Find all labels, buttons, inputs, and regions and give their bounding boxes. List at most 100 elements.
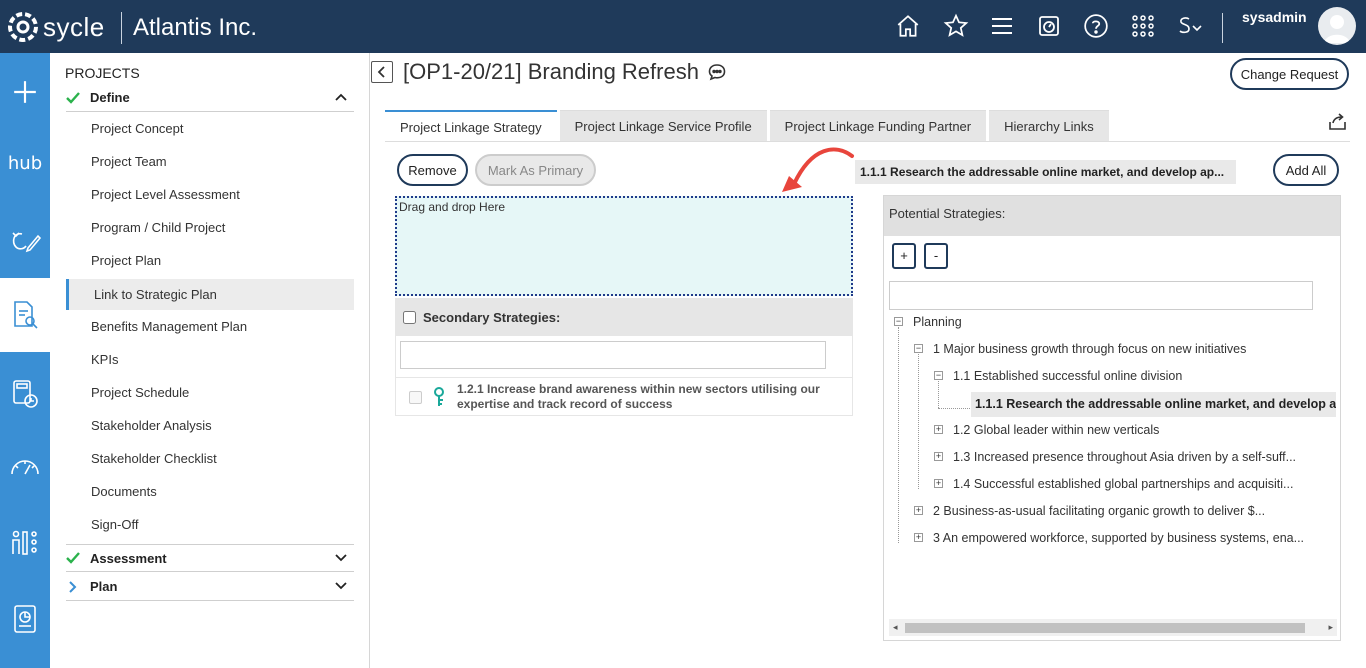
nav-section-label: Define <box>90 90 130 105</box>
secondary-strategies-title: Secondary Strategies: <box>423 309 561 325</box>
selected-strategy-label: 1.1.1 Research the addressable online ma… <box>855 160 1236 184</box>
tab-project-linkage-service-profile[interactable]: Project Linkage Service Profile <box>559 110 767 142</box>
expand-all-button[interactable]: + <box>892 243 916 269</box>
expand-node-icon[interactable]: + <box>914 533 923 542</box>
scroll-right-icon[interactable]: ▸ <box>1328 622 1333 633</box>
tree-node[interactable]: 1.2 Global leader within new verticals <box>953 420 1159 440</box>
secondary-search-input[interactable] <box>400 341 826 369</box>
expand-node-icon[interactable]: + <box>934 479 943 488</box>
tab-project-linkage-strategy[interactable]: Project Linkage Strategy <box>385 110 557 142</box>
add-all-button[interactable]: Add All <box>1273 154 1339 186</box>
chevron-left-icon <box>377 66 385 78</box>
expand-node-icon[interactable]: + <box>914 506 923 515</box>
tree-node[interactable]: 1 Major business growth through focus on… <box>933 339 1246 359</box>
divider <box>1222 13 1223 43</box>
check-icon <box>66 91 90 105</box>
nav-item-stakeholder-analysis[interactable]: Stakeholder Analysis <box>91 415 212 437</box>
chevron-up-icon[interactable] <box>334 90 348 107</box>
home-icon[interactable] <box>894 12 922 40</box>
nav-section-plan[interactable]: Plan <box>66 573 354 601</box>
nav-item-project-schedule[interactable]: Project Schedule <box>91 382 189 404</box>
mark-as-primary-button[interactable]: Mark As Primary <box>475 154 596 186</box>
app-logo[interactable]: sycle <box>6 10 105 44</box>
collapse-node-icon[interactable]: − <box>894 317 903 326</box>
potential-strategies-panel: Potential Strategies: + - − Planning − 1… <box>883 195 1341 641</box>
back-button[interactable] <box>371 61 393 83</box>
logo-text: sycle <box>43 11 105 42</box>
row-checkbox[interactable] <box>409 391 422 404</box>
refresh-edit-icon[interactable] <box>0 204 50 278</box>
scroll-left-icon[interactable]: ◂ <box>893 622 898 633</box>
nav-item-kpis[interactable]: KPIs <box>91 349 118 371</box>
strategy-text: 1.2.1 Increase brand awareness within ne… <box>457 382 820 411</box>
nav-item-sign-off[interactable]: Sign-Off <box>91 514 138 536</box>
nav-item-project-plan[interactable]: Project Plan <box>91 250 161 272</box>
tree-node[interactable]: 2 Business-as-usual facilitating organic… <box>933 501 1265 521</box>
scrollbar-thumb[interactable] <box>905 623 1305 633</box>
change-request-button[interactable]: Change Request <box>1230 58 1349 90</box>
chevron-down-icon[interactable] <box>334 551 348 568</box>
tree-node[interactable]: 1.1 Established successful online divisi… <box>953 366 1182 386</box>
nav-item-link-to-strategic-plan[interactable]: Link to Strategic Plan <box>66 279 354 310</box>
logo-ring-icon <box>8 12 38 42</box>
potential-strategies-title: Potential Strategies: <box>884 196 1340 236</box>
top-bar: sycle Atlantis Inc. sysadmin <box>0 0 1366 53</box>
tree-node-selected[interactable]: 1.1.1 Research the addressable online ma… <box>971 392 1336 417</box>
nav-item-documents[interactable]: Documents <box>91 481 157 503</box>
calculator-clock-icon[interactable] <box>0 357 50 431</box>
project-nav: PROJECTS Define Project Concept Project … <box>50 53 370 668</box>
dashboard-icon[interactable] <box>1035 12 1063 40</box>
check-icon <box>66 551 90 565</box>
star-icon[interactable] <box>942 12 970 40</box>
tree-node[interactable]: 1.4 Successful established global partne… <box>953 474 1293 494</box>
nav-item-project-team[interactable]: Project Team <box>91 151 167 173</box>
tab-project-linkage-funding-partner[interactable]: Project Linkage Funding Partner <box>769 110 987 142</box>
horizontal-scrollbar[interactable]: ◂ ▸ <box>889 619 1337 636</box>
gauge-icon[interactable] <box>0 429 50 503</box>
help-icon[interactable] <box>1082 12 1110 40</box>
secondary-select-all-checkbox[interactable] <box>403 310 416 324</box>
nav-section-define[interactable]: Define <box>66 84 354 112</box>
nav-item-project-level-assessment[interactable]: Project Level Assessment <box>91 184 240 206</box>
tree-node[interactable]: Planning <box>913 312 962 332</box>
menu-icon[interactable] <box>988 12 1016 40</box>
annotation-arrow-icon <box>782 147 854 192</box>
apps-grid-icon[interactable] <box>1129 12 1157 40</box>
username[interactable]: sysadmin <box>1242 9 1307 25</box>
collapse-node-icon[interactable]: − <box>934 371 943 380</box>
left-rail: hub <box>0 53 50 668</box>
collapse-node-icon[interactable]: − <box>914 344 923 353</box>
tab-underline <box>385 141 1350 142</box>
tree-node[interactable]: 1.3 Increased presence throughout Asia d… <box>953 447 1296 467</box>
nav-item-benefits-management-plan[interactable]: Benefits Management Plan <box>91 316 247 338</box>
people-chart-icon[interactable] <box>0 506 50 580</box>
nav-item-program-child-project[interactable]: Program / Child Project <box>91 217 225 239</box>
key-icon <box>433 387 445 412</box>
divider <box>121 12 122 44</box>
list-item[interactable]: 1.2.1 Increase brand awareness within ne… <box>396 377 852 415</box>
avatar[interactable] <box>1318 7 1356 45</box>
comment-icon[interactable] <box>708 63 726 81</box>
collapse-all-button[interactable]: - <box>924 243 948 269</box>
s-dropdown-icon[interactable] <box>1176 12 1204 40</box>
potential-search-input[interactable] <box>889 281 1313 310</box>
hub-icon[interactable]: hub <box>0 126 50 200</box>
chevron-down-icon[interactable] <box>334 579 348 596</box>
tab-hierarchy-links[interactable]: Hierarchy Links <box>989 110 1109 142</box>
share-icon[interactable] <box>1328 111 1348 136</box>
nav-item-project-concept[interactable]: Project Concept <box>91 118 184 140</box>
remove-button[interactable]: Remove <box>397 154 468 186</box>
expand-node-icon[interactable]: + <box>934 425 943 434</box>
drop-zone-text: Drag and drop Here <box>399 200 506 214</box>
tab-bar: Project Linkage Strategy Project Linkage… <box>385 110 1112 142</box>
drop-zone[interactable]: Drag and drop Here <box>395 196 853 296</box>
plus-icon[interactable] <box>0 55 50 129</box>
nav-section-assessment[interactable]: Assessment <box>66 544 354 572</box>
page-title-text: [OP1-20/21] Branding Refresh <box>403 59 699 84</box>
document-search-icon[interactable] <box>0 278 50 352</box>
nav-section-label: Plan <box>90 579 118 594</box>
report-icon[interactable] <box>0 583 50 657</box>
nav-item-stakeholder-checklist[interactable]: Stakeholder Checklist <box>91 448 217 470</box>
expand-node-icon[interactable]: + <box>934 452 943 461</box>
tree-node[interactable]: 3 An empowered workforce, supported by b… <box>933 528 1304 548</box>
